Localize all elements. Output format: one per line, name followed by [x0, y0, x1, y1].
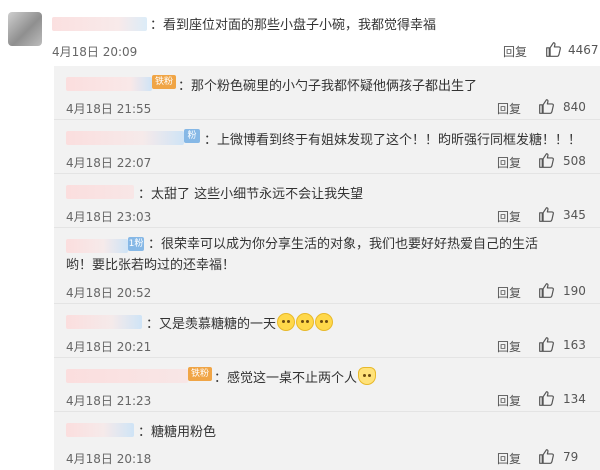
- like-count: 163: [563, 337, 586, 352]
- like-button[interactable]: 79: [538, 448, 578, 465]
- reply-button[interactable]: 回复: [497, 208, 521, 225]
- reply-time: 4月18日 21:23: [66, 394, 152, 408]
- reply-time: 4月18日 22:07: [66, 156, 152, 170]
- happy-face-emoji-icon: [315, 313, 334, 331]
- comment-time: 4月18日 20:09: [52, 45, 138, 59]
- reply-time: 4月18日 21:55: [66, 102, 152, 116]
- like-button[interactable]: 134: [538, 390, 586, 407]
- like-count: 190: [563, 283, 586, 298]
- cat-face-emoji-icon: [358, 367, 377, 385]
- username-blurred[interactable]: [66, 315, 142, 329]
- reply-time: 4月18日 23:03: [66, 210, 152, 224]
- reply-text: ：感觉这一桌不止两个人: [214, 367, 377, 386]
- list-item: 1粉 ：很荣幸可以成为你分享生活的对象，我们也要好好热爱自己的生活哟！要比张若昀…: [54, 228, 600, 304]
- like-count: 4467: [568, 42, 599, 57]
- like-button[interactable]: 4467: [545, 41, 599, 58]
- reply-time: 4月18日 20:52: [66, 286, 152, 300]
- username-blurred[interactable]: [66, 423, 134, 437]
- like-button[interactable]: 163: [538, 336, 586, 353]
- reply-text: ：很荣幸可以成为你分享生活的对象，我们也要好好热爱自己的生活哟！要比张若昀过的还…: [66, 237, 539, 273]
- like-count: 840: [563, 99, 586, 114]
- username-blurred[interactable]: [66, 77, 152, 91]
- reply-button[interactable]: 回复: [497, 100, 521, 117]
- thumbs-up-icon: [539, 391, 554, 406]
- username-blurred[interactable]: [66, 369, 188, 383]
- reply-button[interactable]: 回复: [497, 392, 521, 409]
- happy-face-emoji-icon: [296, 313, 315, 331]
- fan-badge: 铁粉: [188, 367, 212, 381]
- thumbs-up-icon: [539, 337, 554, 352]
- thumbs-up-icon: [539, 153, 554, 168]
- reply-list: 铁粉 ：那个粉色碗里的小勺子我都怀疑他俩孩子都出生了 4月18日 21:55 回…: [54, 66, 600, 470]
- list-item: 铁粉 ：感觉这一桌不止两个人 4月18日 21:23 回复 134: [54, 358, 600, 412]
- reply-button[interactable]: 回复: [497, 338, 521, 355]
- thumbs-up-icon: [539, 449, 554, 464]
- reply-time: 4月18日 20:18: [66, 452, 152, 466]
- comment-text: ：看到座位对面的那些小盘子小碗，我都觉得幸福: [150, 18, 437, 33]
- thumbs-up-icon: [539, 283, 554, 298]
- username-blurred[interactable]: [66, 131, 184, 145]
- reply-button[interactable]: 回复: [497, 450, 521, 467]
- reply-text: ：又是羡慕糖糖的一天: [146, 313, 334, 332]
- like-count: 79: [563, 449, 579, 464]
- thumbs-up-icon: [539, 207, 554, 222]
- reply-text: ：糖糖用粉色: [138, 425, 217, 440]
- like-button[interactable]: 345: [538, 206, 586, 223]
- happy-face-emoji-icon: [277, 313, 296, 331]
- like-count: 345: [563, 207, 586, 222]
- like-button[interactable]: 508: [538, 152, 586, 169]
- reply-button[interactable]: 回复: [497, 154, 521, 171]
- reply-button[interactable]: 回复: [503, 43, 527, 60]
- username-blurred[interactable]: [66, 185, 134, 199]
- reply-time: 4月18日 20:21: [66, 340, 152, 354]
- like-button[interactable]: 840: [538, 98, 586, 115]
- username-blurred[interactable]: [52, 17, 147, 31]
- thumbs-up-icon: [539, 99, 554, 114]
- fan-badge: 铁粉: [152, 75, 176, 89]
- like-count: 134: [563, 391, 586, 406]
- list-item: ：糖糖用粉色 4月18日 20:18 回复 79: [54, 412, 600, 466]
- list-item: 粉 ：上微博看到终于有姐妹发现了这个！！昀昕强行同框发糖！！！ 4月18日 22…: [54, 120, 600, 174]
- thumbs-up-icon: [546, 42, 561, 57]
- list-item: 铁粉 ：那个粉色碗里的小勺子我都怀疑他俩孩子都出生了 4月18日 21:55 回…: [54, 66, 600, 120]
- like-count: 508: [563, 153, 586, 168]
- list-item: ：太甜了 这些小细节永远不会让我失望 4月18日 23:03 回复 345: [54, 174, 600, 228]
- like-button[interactable]: 190: [538, 282, 586, 299]
- fan-badge: 粉: [184, 129, 200, 143]
- avatar[interactable]: [8, 12, 42, 46]
- reply-text: ：那个粉色碗里的小勺子我都怀疑他俩孩子都出生了: [178, 79, 478, 94]
- reply-text: ：上微博看到终于有姐妹发现了这个！！昀昕强行同框发糖！！！: [204, 133, 582, 148]
- list-item: ：又是羡慕糖糖的一天 4月18日 20:21 回复 163: [54, 304, 600, 358]
- reply-button[interactable]: 回复: [497, 284, 521, 301]
- reply-text: ：太甜了 这些小细节永远不会让我失望: [138, 187, 364, 202]
